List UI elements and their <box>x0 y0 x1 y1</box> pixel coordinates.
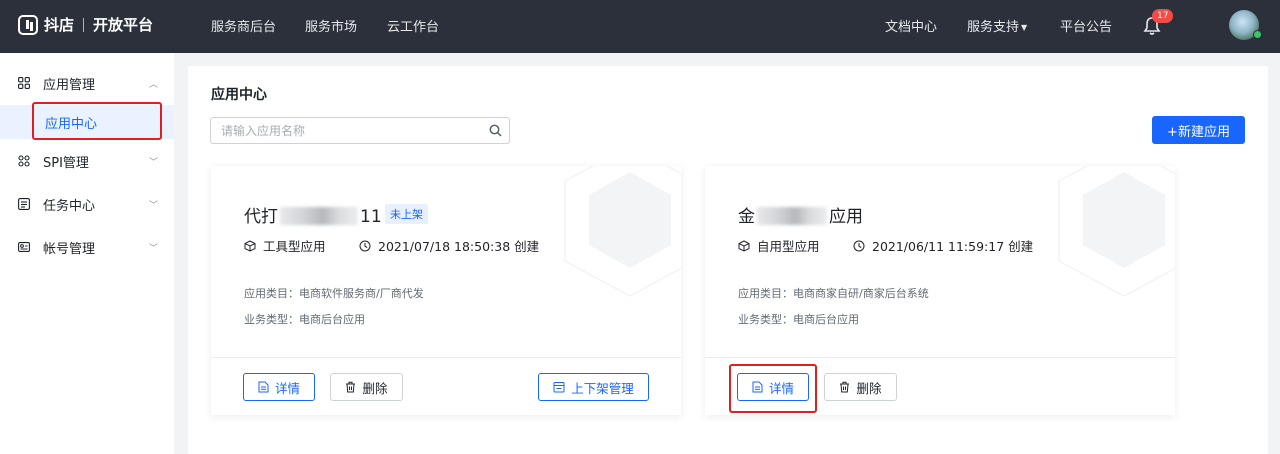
nav-service-market[interactable]: 服务市场 <box>305 16 357 35</box>
chevron-down-icon: ﹀ <box>149 157 159 168</box>
clock-icon <box>359 240 371 251</box>
app-title[interactable]: 金 应用 <box>738 202 863 227</box>
sidebar-label: 任务中心 <box>43 198 96 214</box>
service-support-label: 服务支持 <box>967 20 1020 35</box>
delete-button[interactable]: 删除 <box>330 373 403 401</box>
account-icon <box>18 242 30 252</box>
search-input[interactable] <box>221 118 481 143</box>
created-time-label: 2021/07/18 18:50:38 创建 <box>378 239 540 254</box>
hexagon-watermark-icon <box>1058 166 1175 297</box>
sidebar-item-spi[interactable]: SPI管理 ﹀ <box>0 143 174 179</box>
created-time: 2021/07/18 18:50:38 创建 <box>359 236 539 255</box>
trash-icon <box>346 381 356 393</box>
sidebar-label: 应用管理 <box>43 77 96 93</box>
new-app-button[interactable]: +新建应用 <box>1152 116 1245 144</box>
sidebar-item-app-management[interactable]: 应用管理 ︿ <box>0 65 174 101</box>
sidebar-label: 帐号管理 <box>43 241 96 257</box>
shelf-icon <box>553 382 565 393</box>
app-title-end: 应用 <box>829 207 863 227</box>
search-icon[interactable] <box>489 124 502 137</box>
page-title: 应用中心 <box>211 87 267 103</box>
highlight-box-details <box>729 364 817 413</box>
chevron-up-icon: ︿ <box>149 79 159 90</box>
logo-text: 抖店 <box>44 16 75 34</box>
document-icon <box>258 381 269 393</box>
created-time-label: 2021/06/11 11:59:17 创建 <box>872 239 1034 254</box>
card-divider <box>705 357 1175 358</box>
delete-button[interactable]: 删除 <box>824 373 897 401</box>
cube-icon <box>244 239 256 252</box>
delete-label: 删除 <box>362 380 388 396</box>
listing-management-button[interactable]: 上下架管理 <box>538 373 649 401</box>
grid-icon <box>18 77 30 89</box>
delete-label: 删除 <box>856 380 882 396</box>
highlight-box-sidebar <box>32 102 162 140</box>
business-type: 业务类型：电商后台应用 <box>738 313 859 326</box>
search-box <box>210 117 510 144</box>
sidebar-label: SPI管理 <box>43 155 89 171</box>
logo-divider <box>83 17 85 32</box>
clock-icon <box>853 240 865 251</box>
app-type-label: 自用型应用 <box>757 239 820 254</box>
app-title[interactable]: 代打 11 <box>244 202 382 227</box>
business-type: 业务类型：电商后台应用 <box>244 313 365 326</box>
platform-name: 开放平台 <box>93 16 154 34</box>
app-type: 自用型应用 <box>738 236 820 255</box>
hexagon-watermark-icon <box>564 166 681 297</box>
chevron-down-icon: ﹀ <box>149 243 159 254</box>
nav-cloud-workspace[interactable]: 云工作台 <box>387 16 439 35</box>
details-label: 详情 <box>274 380 300 396</box>
app-category: 应用类目：电商软件服务商/厂商代发 <box>244 287 424 300</box>
nav-provider-backend[interactable]: 服务商后台 <box>211 16 276 35</box>
task-icon <box>18 198 30 210</box>
app-title-start: 金 <box>738 207 755 227</box>
top-bar: 抖店 开放平台 服务商后台 服务市场 云工作台 文档中心 服务支持 ▼ 平台公告 … <box>0 0 1280 53</box>
redacted-text <box>280 207 358 225</box>
nav-service-support[interactable]: 服务支持 ▼ <box>967 16 1027 35</box>
app-type-label: 工具型应用 <box>263 239 326 254</box>
nav-platform-notice[interactable]: 平台公告 <box>1060 16 1112 35</box>
app-title-start: 代打 <box>244 207 278 227</box>
app-title-end: 11 <box>360 207 382 227</box>
online-status-dot <box>1253 30 1262 39</box>
sidebar-item-account[interactable]: 帐号管理 ﹀ <box>0 229 174 265</box>
spi-icon <box>18 155 30 167</box>
app-category: 应用类目：电商商家自研/商家后台系统 <box>738 287 929 300</box>
chevron-down-icon: ﹀ <box>149 200 159 211</box>
caret-down-icon: ▼ <box>1021 23 1028 32</box>
redacted-text <box>757 207 827 225</box>
status-badge: 未上架 <box>385 204 428 224</box>
app-type: 工具型应用 <box>244 236 326 255</box>
notification-badge: 17 <box>1152 9 1174 23</box>
created-time: 2021/06/11 11:59:17 创建 <box>853 236 1033 255</box>
cube-icon <box>738 239 750 252</box>
nav-docs-center[interactable]: 文档中心 <box>885 16 937 35</box>
app-card: 代打 11 未上架 工具型应用 2021/07/18 18:50:38 创建 应用… <box>211 166 681 415</box>
details-button[interactable]: 详情 <box>243 373 315 401</box>
trash-icon <box>840 381 850 393</box>
sidebar-item-task-center[interactable]: 任务中心 ﹀ <box>0 186 174 222</box>
logo[interactable]: 抖店 开放平台 <box>18 14 153 35</box>
listing-management-label: 上下架管理 <box>571 380 634 396</box>
card-divider <box>211 357 681 358</box>
doudian-logo-icon <box>18 14 38 35</box>
